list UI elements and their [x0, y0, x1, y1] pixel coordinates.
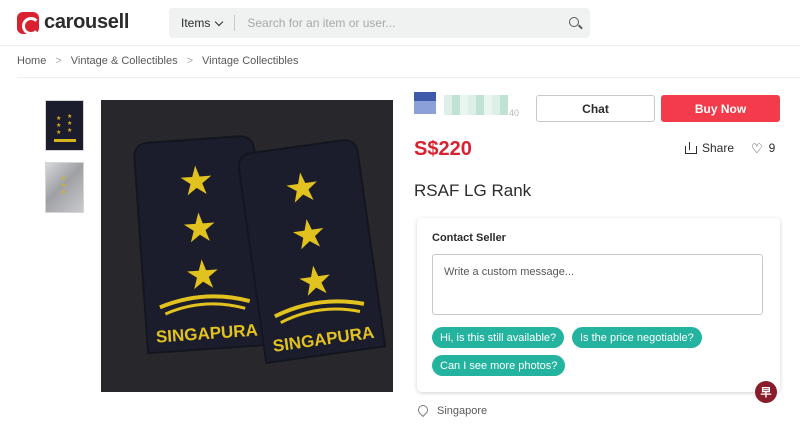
seller-name[interactable]: [444, 95, 508, 115]
thumbnail-star-icon: ★: [61, 183, 67, 189]
search-input[interactable]: [235, 16, 560, 30]
star-icon: ★: [180, 205, 219, 251]
breadcrumb-divider: [17, 77, 800, 78]
share-label: Share: [702, 141, 735, 155]
quick-reply-negotiable[interactable]: Is the price negotiable?: [572, 327, 702, 348]
thumbnail-1[interactable]: ★ ★ ★ ★ ★ ★: [45, 100, 84, 151]
like-button[interactable]: ♡ 9: [751, 141, 775, 155]
breadcrumb: Home > Vintage & Collectibles > Vintage …: [17, 55, 298, 67]
location-label: Singapore: [437, 405, 488, 417]
like-count: 9: [768, 141, 776, 155]
search-category-dropdown[interactable]: Items: [169, 8, 234, 38]
thumbnail-text-stripe: [54, 139, 76, 142]
breadcrumb-separator-icon: >: [186, 55, 194, 67]
thumbnail-star-icon: ★: [56, 130, 62, 136]
star-icon: ★: [288, 211, 330, 260]
buy-now-button[interactable]: Buy Now: [661, 95, 780, 122]
top-header: carousell Items: [0, 0, 800, 46]
logo-text: carousell: [44, 11, 130, 33]
epaulettes-illustration: ★ ★ ★ SINGAPURA ★ ★ ★ SINGAPURA: [101, 100, 393, 392]
seller-avatar[interactable]: [414, 92, 436, 114]
newspaper-watermark-logo: 早: [755, 381, 777, 403]
share-button[interactable]: Share: [684, 141, 734, 155]
thumbnail-star-icon: ★: [61, 190, 67, 196]
thumbnail-star-icon: ★: [67, 121, 73, 127]
contact-seller-panel: Contact Seller Hi, is this still availab…: [417, 218, 780, 392]
quick-reply-more-photos[interactable]: Can I see more photos?: [432, 355, 565, 376]
custom-message-field[interactable]: [432, 254, 763, 315]
breadcrumb-separator-icon: >: [55, 55, 62, 67]
breadcrumb-vintage-collectibles[interactable]: Vintage & Collectibles: [71, 55, 178, 67]
listing-price: S$220: [414, 138, 472, 160]
thumbnail-star-icon: ★: [56, 116, 62, 122]
chevron-down-icon: [215, 17, 224, 26]
thumbnail-star-icon: ★: [56, 123, 62, 129]
location-pin-icon: [418, 405, 428, 417]
product-image[interactable]: ★ ★ ★ SINGAPURA ★ ★ ★ SINGAPURA: [101, 100, 393, 392]
thumbnail-star-icon: ★: [61, 176, 67, 182]
star-icon: ★: [281, 164, 323, 213]
listing-location: Singapore: [418, 405, 487, 417]
share-icon: [684, 142, 697, 154]
star-icon: ★: [295, 257, 337, 306]
breadcrumb-current[interactable]: Vintage Collectibles: [202, 55, 298, 67]
breadcrumb-home[interactable]: Home: [17, 55, 46, 67]
seller-review-count: 40: [509, 108, 520, 118]
star-icon: ★: [183, 252, 222, 298]
search-category-label: Items: [181, 16, 211, 30]
listing-title: RSAF LG Rank: [414, 181, 532, 200]
search-icon[interactable]: [560, 8, 590, 38]
carousell-logo[interactable]: carousell: [17, 11, 130, 35]
quick-reply-available[interactable]: Hi, is this still available?: [432, 327, 564, 348]
star-icon: ★: [177, 158, 216, 204]
contact-seller-title: Contact Seller: [432, 232, 506, 244]
thumbnail-star-icon: ★: [67, 114, 73, 120]
carousell-logo-icon: [17, 11, 40, 35]
thumbnail-2[interactable]: ★ ★ ★: [45, 162, 84, 213]
chat-button[interactable]: Chat: [536, 95, 655, 122]
search-bar: Items: [169, 8, 590, 38]
heart-icon: ♡: [751, 140, 763, 156]
thumbnail-star-icon: ★: [67, 128, 73, 134]
